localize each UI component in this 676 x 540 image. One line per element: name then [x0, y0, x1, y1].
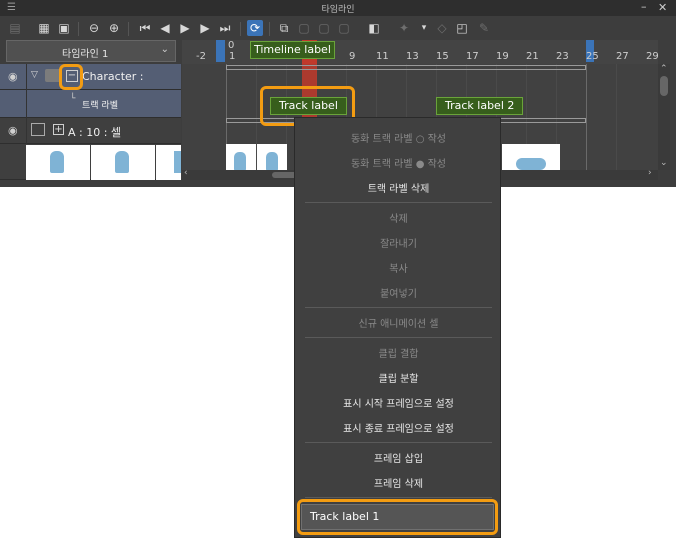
tick-label: 25	[586, 51, 599, 62]
eye-icon[interactable]: ◉	[8, 124, 18, 137]
scroll-up-icon[interactable]: ⌃	[660, 64, 668, 74]
cel-icon[interactable]: ▣	[56, 20, 72, 36]
thumbnail[interactable]	[91, 145, 155, 180]
frame-icon[interactable]: ▦	[36, 20, 52, 36]
camera-icon[interactable]: ◰	[454, 20, 470, 36]
context-menu: 동화 트랙 라벨 ○ 작성 동화 트랙 라벨 ● 작성 트랙 라벨 삭제 삭제 …	[294, 117, 501, 538]
play-icon[interactable]: ▶	[177, 20, 193, 36]
tick-label: 0	[228, 40, 235, 51]
toolbar: ▤ ▦ ▣ ⊖ ⊕ ⏮ ◀ ▶ ▶ ⏭ ⟳ ⧉ ▢ ▢ ▢ ◧ ✦ ▾ ◇ ◰ …	[0, 16, 676, 40]
tick-label: 17	[466, 51, 479, 62]
menu-item-new-animation-cel[interactable]: 신규 애니메이션 셀	[295, 315, 502, 330]
title-bar: ☰ 타임라인 – ✕	[0, 0, 676, 16]
tick-label: 13	[406, 51, 419, 62]
menu-item-create-inbetween-filled[interactable]: 동화 트랙 라벨 ● 작성	[295, 155, 502, 170]
menu-item-delete-track-label[interactable]: 트랙 라벨 삭제	[295, 180, 502, 195]
track-label-2[interactable]: Track label 2	[436, 97, 524, 115]
keyframe-icon[interactable]: ✦	[396, 20, 412, 36]
highlight-track-label-1	[297, 499, 498, 535]
keyframe-edit-icon[interactable]: ◇	[434, 20, 450, 36]
tick-label: 21	[526, 51, 539, 62]
menu-item-split-clip[interactable]: 클립 분할	[295, 370, 502, 385]
loop-icon[interactable]: ⟳	[247, 20, 263, 36]
window-title: 타임라인	[321, 5, 355, 15]
tick-label: 29	[646, 51, 659, 62]
zoom-in-icon[interactable]: ⊕	[106, 20, 122, 36]
first-frame-icon[interactable]: ⏮	[137, 20, 153, 36]
frame-ruler[interactable]: -2 0 1 3 5 6 7 9 11 13 15 17 19 21 23 25…	[182, 40, 659, 64]
menu-item-delete-frame[interactable]: 프레임 삭제	[295, 475, 502, 490]
timeline-label[interactable]: Timeline label	[250, 41, 335, 59]
menu-item-paste[interactable]: 붙여넣기	[295, 285, 502, 300]
onion-skin-icon[interactable]: ▢	[316, 20, 332, 36]
prev-frame-icon[interactable]: ◀	[157, 20, 173, 36]
new-animation-cel-icon[interactable]: ⧉	[276, 20, 292, 36]
track-row-label: 트랙 라벨	[82, 101, 118, 111]
minimize-icon[interactable]: –	[641, 0, 647, 13]
last-frame-icon[interactable]: ⏭	[217, 20, 233, 36]
timeline-select[interactable]: 타임라인 1 ⌄	[6, 40, 176, 62]
new-timeline-icon[interactable]: ▤	[7, 20, 23, 36]
menu-item-copy[interactable]: 복사	[295, 260, 502, 275]
layer-row-folder[interactable]: ◉ ▽ − Character :	[0, 64, 181, 90]
close-icon[interactable]: ✕	[658, 1, 667, 14]
tick-label: 23	[556, 51, 569, 62]
vertical-scrollbar[interactable]: ⌃ ⌄	[658, 64, 670, 170]
chevron-down-icon[interactable]: ▾	[416, 20, 432, 36]
eye-icon[interactable]: ◉	[8, 70, 18, 83]
pen-icon[interactable]: ✎	[476, 20, 492, 36]
layer-row-animation[interactable]: ◉ + A : 10 : 셀	[0, 118, 181, 144]
collapse-icon[interactable]: ▽	[31, 70, 38, 80]
tick-label: 11	[376, 51, 389, 62]
clip-bar[interactable]	[226, 65, 586, 70]
menu-item-delete[interactable]: 삭제	[295, 210, 502, 225]
animation-layer-name: A : 10 : 셀	[68, 126, 122, 139]
next-frame-icon[interactable]: ▶	[197, 20, 213, 36]
tick-label: 15	[436, 51, 449, 62]
tick-label: 27	[616, 51, 629, 62]
zoom-out-icon[interactable]: ⊖	[86, 20, 102, 36]
thumbnail-row	[0, 144, 181, 180]
thumbnail[interactable]	[156, 145, 181, 180]
timeline-select-value: 타임라인 1	[62, 49, 109, 60]
cel-spec-icon[interactable]: ▢	[296, 20, 312, 36]
light-table-icon[interactable]: ▢	[336, 20, 352, 36]
start-marker[interactable]	[216, 40, 225, 62]
thumbnail[interactable]	[26, 145, 90, 180]
tick-label: 19	[496, 51, 509, 62]
track-label-icon: └	[70, 94, 76, 104]
menu-item-insert-frame[interactable]: 프레임 삽입	[295, 450, 502, 465]
menu-item-cut[interactable]: 잘라내기	[295, 235, 502, 250]
tick-label: 9	[349, 51, 356, 62]
scroll-down-icon[interactable]: ⌄	[660, 158, 668, 168]
chevron-down-icon: ⌄	[160, 44, 169, 55]
menu-item-set-start-frame[interactable]: 표시 시작 프레임으로 설정	[295, 395, 502, 410]
layer-row-track-label[interactable]: └ 트랙 라벨	[0, 90, 181, 118]
animation-folder-icon	[31, 123, 45, 136]
menu-item-combine-clips[interactable]: 클립 결합	[295, 345, 502, 360]
highlight-collapse	[59, 64, 83, 90]
enable-light-table-icon[interactable]: ◧	[366, 20, 382, 36]
menu-item-set-end-frame[interactable]: 표시 종료 프레임으로 설정	[295, 420, 502, 435]
scroll-right-icon[interactable]: ›	[648, 168, 652, 178]
scroll-left-icon[interactable]: ‹	[184, 168, 188, 178]
menu-item-create-inbetween-open[interactable]: 동화 트랙 라벨 ○ 작성	[295, 130, 502, 145]
tick-label: -2	[196, 51, 206, 62]
tick-label: 1	[229, 51, 236, 62]
folder-name: Character :	[82, 70, 144, 83]
expand-icon[interactable]: +	[53, 124, 64, 135]
